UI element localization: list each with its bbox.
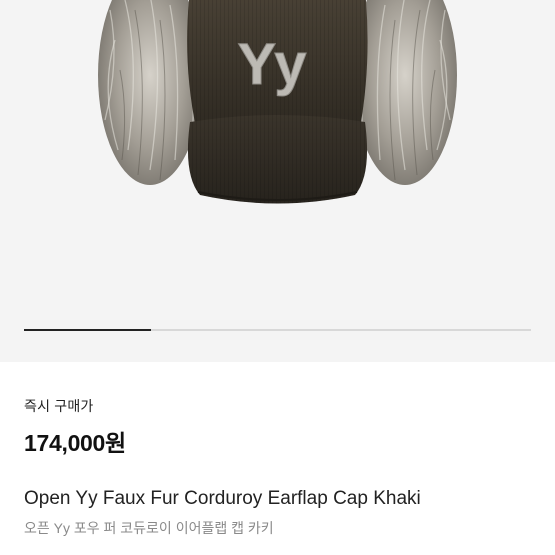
- product-photo: Yy: [98, 0, 457, 204]
- product-title: Open Yy Faux Fur Corduroy Earflap Cap Kh…: [24, 488, 421, 509]
- gallery-progress-fill: [24, 329, 151, 331]
- gallery-progress: [24, 329, 531, 331]
- price-value: 174,000원: [24, 430, 126, 456]
- product-subtitle-korean: 오픈 Yy 포우 퍼 코듀로이 이어플랩 캡 카키: [24, 520, 274, 536]
- cap-logo: Yy: [238, 32, 307, 97]
- fur-earflap-right: [353, 0, 457, 185]
- product-image-gallery[interactable]: Yy: [0, 0, 555, 362]
- price-label: 즉시 구매가: [24, 398, 94, 414]
- fur-earflap-left: [98, 0, 202, 185]
- product-info: 즉시 구매가 174,000원 Open Yy Faux Fur Corduro…: [0, 362, 555, 555]
